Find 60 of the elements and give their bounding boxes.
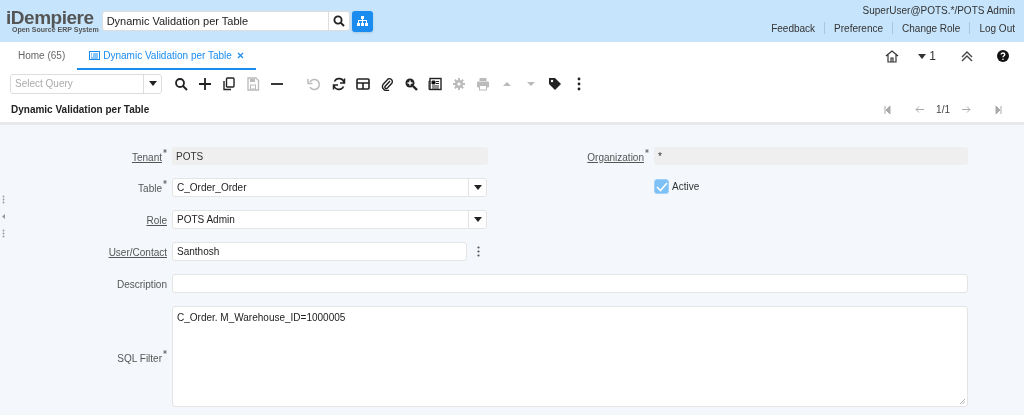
- dropdown-button[interactable]: 1: [918, 47, 936, 65]
- readonly-field: *: [654, 147, 968, 165]
- record-counter: 1/1: [936, 103, 950, 117]
- collapse-arrow-icon[interactable]: [2, 214, 5, 219]
- checkbox[interactable]: [654, 179, 669, 194]
- select-field[interactable]: POTS Admin: [172, 210, 487, 229]
- copy-icon[interactable]: [222, 76, 236, 91]
- sitemap-icon: [356, 16, 368, 26]
- search-icon[interactable]: [174, 76, 188, 91]
- field-label: Organization: [587, 151, 644, 165]
- plus-icon[interactable]: [198, 76, 212, 91]
- select-field[interactable]: C_Order_Order: [172, 178, 487, 197]
- paperclip-icon[interactable]: [380, 76, 394, 91]
- field-label: Role: [146, 214, 167, 228]
- window-title: Dynamic Validation per Table: [11, 103, 150, 117]
- search-field[interactable]: Dynamic Validation per Table: [101, 11, 350, 31]
- next-record-icon[interactable]: [962, 106, 971, 113]
- tab[interactable]: Dynamic Validation per Table: [77, 42, 256, 70]
- grid-icon[interactable]: [356, 76, 370, 91]
- caret-icon: [148, 81, 157, 86]
- previous-record-icon[interactable]: [915, 106, 925, 113]
- search-icon[interactable]: [332, 15, 345, 27]
- home-icon[interactable]: [885, 49, 900, 63]
- tab[interactable]: Home (65): [6, 42, 78, 70]
- resize-handle-icon[interactable]: [960, 399, 965, 404]
- input-field[interactable]: [172, 274, 968, 293]
- caret-icon: [918, 53, 927, 59]
- tag-icon[interactable]: [548, 76, 562, 91]
- field-label: SQL Filter: [117, 351, 162, 366]
- logo-text: iDempiere: [6, 9, 94, 27]
- drag-handle-icon[interactable]: [2, 229, 5, 238]
- drag-handle-icon[interactable]: [2, 195, 5, 204]
- sitemap-button[interactable]: [351, 10, 373, 32]
- tab-label: Home (65): [18, 48, 66, 63]
- zoom-in-icon[interactable]: [404, 76, 418, 91]
- header-link[interactable]: Change Role: [902, 20, 961, 36]
- readonly-field: POTS: [172, 147, 488, 165]
- collapse-icon[interactable]: [961, 50, 973, 62]
- caret-icon: [473, 185, 482, 190]
- header-link[interactable]: Preference: [834, 20, 884, 36]
- field-label: Table: [138, 182, 162, 196]
- last-record-icon[interactable]: [995, 105, 1002, 114]
- user-info: SuperUser@POTS.*/POTS Admin: [862, 3, 1015, 18]
- tab-label: Dynamic Validation per Table: [103, 48, 232, 63]
- window-icon: [89, 50, 101, 60]
- header-link[interactable]: Feedback: [771, 20, 816, 36]
- text-area[interactable]: C_Order. M_Warehouse_ID=1000005: [172, 306, 968, 407]
- field-label: User/Contact: [108, 246, 167, 260]
- field-label: Description: [116, 278, 167, 292]
- checkbox-label: Active: [672, 180, 700, 194]
- caret-icon: [473, 217, 482, 222]
- field-label: Tenant: [131, 151, 162, 165]
- close-icon[interactable]: [236, 51, 244, 59]
- refresh-icon[interactable]: [332, 76, 346, 91]
- help-icon[interactable]: [997, 50, 1009, 62]
- input-field[interactable]: Santhosh: [172, 242, 467, 261]
- first-record-icon[interactable]: [884, 105, 892, 114]
- header-link[interactable]: Log Out: [979, 20, 1015, 36]
- report-icon[interactable]: [428, 76, 442, 91]
- more-icon[interactable]: [477, 246, 480, 257]
